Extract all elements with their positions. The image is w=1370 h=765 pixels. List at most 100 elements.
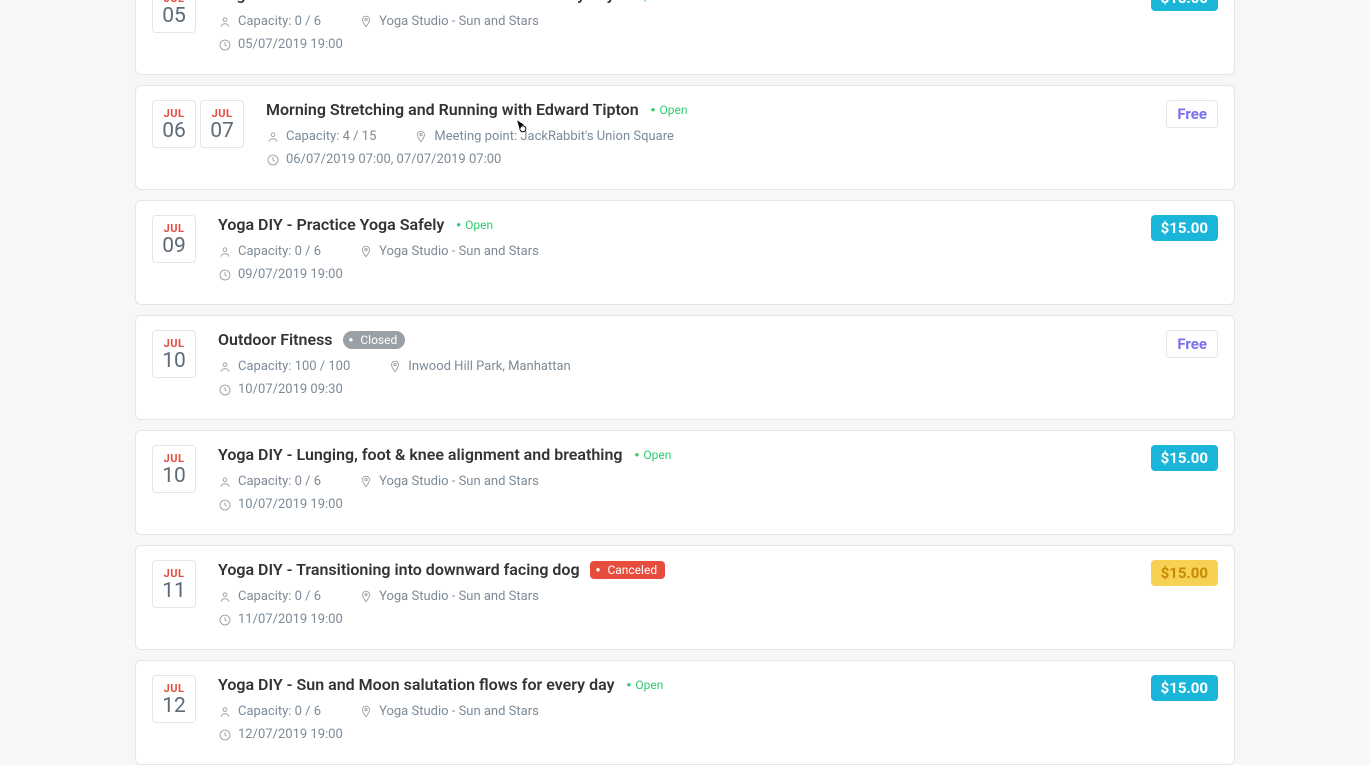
datetime: 09/07/2019 19:00 bbox=[218, 267, 343, 282]
date-day: 05 bbox=[161, 5, 187, 28]
date-day: 09 bbox=[161, 235, 187, 258]
location: Yoga Studio - Sun and Stars bbox=[359, 704, 539, 719]
clock-icon bbox=[218, 38, 232, 52]
capacity-text: Capacity: 100 / 100 bbox=[238, 359, 350, 374]
event-card[interactable]: JUL06JUL07Morning Stretching and Running… bbox=[135, 85, 1235, 190]
location: Inwood Hill Park, Manhattan bbox=[388, 359, 570, 374]
event-card[interactable]: JUL10 Outdoor FitnessClosedCapacity: 100 … bbox=[135, 315, 1235, 420]
price-tag: Free bbox=[1166, 330, 1218, 358]
price-column: Free bbox=[1166, 100, 1218, 175]
status-badge: Open bbox=[625, 0, 668, 3]
date-tile: JUL07 bbox=[200, 100, 244, 148]
status-badge: Open bbox=[633, 447, 676, 463]
event-info: Outdoor FitnessClosedCapacity: 100 / 100… bbox=[218, 330, 1154, 405]
price-column: $15.00 bbox=[1151, 445, 1218, 520]
location-text: Yoga Studio - Sun and Stars bbox=[379, 14, 539, 29]
date-column: JUL10 bbox=[152, 445, 196, 520]
event-info: Yoga DIY - Lunging, foot & knee alignmen… bbox=[218, 445, 1139, 520]
location-icon bbox=[359, 590, 373, 604]
capacity-text: Capacity: 0 / 6 bbox=[238, 589, 321, 604]
price-column: $15.00 bbox=[1151, 675, 1218, 750]
event-card[interactable]: JUL09 Yoga DIY - Practice Yoga SafelyOpen… bbox=[135, 200, 1235, 305]
event-title[interactable]: Yoga DIY - Lunging, foot & knee alignmen… bbox=[218, 445, 623, 464]
date-tile: JUL11 bbox=[152, 560, 196, 608]
location-text: Yoga Studio - Sun and Stars bbox=[379, 704, 539, 719]
location-text: Inwood Hill Park, Manhattan bbox=[408, 359, 570, 374]
price-column: $15.00 bbox=[1151, 560, 1218, 635]
date-day: 11 bbox=[161, 580, 187, 603]
location: Yoga Studio - Sun and Stars bbox=[359, 589, 539, 604]
location-icon bbox=[359, 475, 373, 489]
capacity-text: Capacity: 0 / 6 bbox=[238, 14, 321, 29]
date-column: JUL11 bbox=[152, 560, 196, 635]
price-column: $15.00 bbox=[1151, 215, 1218, 290]
date-tile: JUL09 bbox=[152, 215, 196, 263]
date-day: 06 bbox=[161, 120, 187, 143]
capacity-text: Capacity: 4 / 15 bbox=[286, 129, 376, 144]
date-tile: JUL12 bbox=[152, 675, 196, 723]
capacity: Capacity: 100 / 100 bbox=[218, 359, 350, 374]
event-title[interactable]: Yoga DIY - Practice Yoga Safely bbox=[218, 215, 444, 234]
event-title[interactable]: Morning Stretching and Running with Edwa… bbox=[266, 100, 639, 119]
clock-icon bbox=[218, 268, 232, 282]
clock-icon bbox=[218, 498, 232, 512]
price-column: Free bbox=[1166, 330, 1218, 405]
datetime-text: 10/07/2019 19:00 bbox=[238, 497, 343, 512]
capacity: Capacity: 0 / 6 bbox=[218, 14, 321, 29]
capacity-text: Capacity: 0 / 6 bbox=[238, 244, 321, 259]
datetime: 05/07/2019 19:00 bbox=[218, 37, 343, 52]
clock-icon bbox=[266, 153, 280, 167]
capacity-text: Capacity: 0 / 6 bbox=[238, 704, 321, 719]
location-text: Meeting point: JackRabbit's Union Square bbox=[434, 129, 673, 144]
location-icon bbox=[359, 245, 373, 259]
event-title[interactable]: Outdoor Fitness bbox=[218, 330, 333, 349]
date-day: 10 bbox=[161, 350, 187, 373]
date-tile: JUL10 bbox=[152, 330, 196, 378]
date-tile: JUL05 bbox=[152, 0, 196, 33]
capacity: Capacity: 4 / 15 bbox=[266, 129, 376, 144]
person-icon bbox=[218, 15, 232, 29]
capacity: Capacity: 0 / 6 bbox=[218, 704, 321, 719]
date-day: 12 bbox=[161, 695, 187, 718]
event-card[interactable]: JUL05 Yoga DIY - Sun and Moon salutation … bbox=[135, 0, 1235, 75]
clock-icon bbox=[218, 383, 232, 397]
event-info: Morning Stretching and Running with Edwa… bbox=[266, 100, 1154, 175]
capacity-text: Capacity: 0 / 6 bbox=[238, 474, 321, 489]
location-icon bbox=[359, 15, 373, 29]
person-icon bbox=[218, 360, 232, 374]
event-card[interactable]: JUL10 Yoga DIY - Lunging, foot & knee ali… bbox=[135, 430, 1235, 535]
datetime-text: 06/07/2019 07:00, 07/07/2019 07:00 bbox=[286, 152, 501, 167]
datetime: 12/07/2019 19:00 bbox=[218, 727, 343, 742]
person-icon bbox=[218, 475, 232, 489]
datetime-text: 09/07/2019 19:00 bbox=[238, 267, 343, 282]
price-tag: $15.00 bbox=[1151, 445, 1218, 471]
person-icon bbox=[218, 705, 232, 719]
price-tag: $15.00 bbox=[1151, 0, 1218, 11]
datetime: 06/07/2019 07:00, 07/07/2019 07:00 bbox=[266, 152, 501, 167]
event-title[interactable]: Yoga DIY - Transitioning into downward f… bbox=[218, 560, 580, 579]
person-icon bbox=[218, 590, 232, 604]
capacity: Capacity: 0 / 6 bbox=[218, 244, 321, 259]
status-badge: Open bbox=[649, 102, 692, 118]
location-icon bbox=[414, 130, 428, 144]
event-info: Yoga DIY - Transitioning into downward f… bbox=[218, 560, 1139, 635]
status-badge: Canceled bbox=[590, 561, 666, 579]
event-card[interactable]: JUL12 Yoga DIY - Sun and Moon salutation … bbox=[135, 660, 1235, 765]
event-info: Yoga DIY - Sun and Moon salutation flows… bbox=[218, 0, 1139, 60]
location-text: Yoga Studio - Sun and Stars bbox=[379, 244, 539, 259]
location-text: Yoga Studio - Sun and Stars bbox=[379, 589, 539, 604]
event-card[interactable]: JUL11 Yoga DIY - Transitioning into downw… bbox=[135, 545, 1235, 650]
location: Meeting point: JackRabbit's Union Square bbox=[414, 129, 673, 144]
date-tile: JUL10 bbox=[152, 445, 196, 493]
date-day: 10 bbox=[161, 465, 187, 488]
capacity: Capacity: 0 / 6 bbox=[218, 474, 321, 489]
location: Yoga Studio - Sun and Stars bbox=[359, 244, 539, 259]
event-info: Yoga DIY - Practice Yoga SafelyOpenCapac… bbox=[218, 215, 1139, 290]
price-column: $15.00 bbox=[1151, 0, 1218, 60]
date-column: JUL12 bbox=[152, 675, 196, 750]
event-title[interactable]: Yoga DIY - Sun and Moon salutation flows… bbox=[218, 0, 615, 4]
event-title[interactable]: Yoga DIY - Sun and Moon salutation flows… bbox=[218, 675, 615, 694]
price-tag: Free bbox=[1166, 100, 1218, 128]
datetime-text: 11/07/2019 19:00 bbox=[238, 612, 343, 627]
date-column: JUL09 bbox=[152, 215, 196, 290]
